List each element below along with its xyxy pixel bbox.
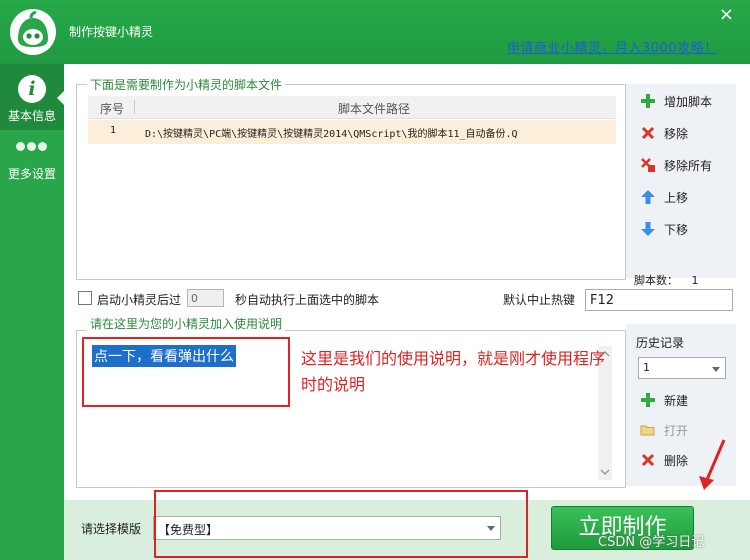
add-script-label: 增加脚本 [664,95,713,109]
scripts-legend: 下面是需要制作为小精灵的脚本文件 [87,76,286,93]
remove-all-label: 移除所有 [664,159,713,173]
hotkey-input[interactable]: F12 [585,289,733,311]
highlight-box [82,337,290,407]
autorun-checkbox[interactable] [78,291,92,305]
row-path: D:\按键精灵\PC端\按键精灵\按键精灵2014\QMScript\我的脚本1… [145,129,518,140]
info-icon: i [18,75,46,103]
script-count-value: 1 [691,274,699,287]
new-label: 新建 [664,394,689,408]
remove-all-icon [641,158,655,172]
sidebar-item-label: 基本信息 [7,109,56,123]
chevron-down-icon [712,367,720,372]
script-count: 脚本数： 1 [634,272,699,288]
sidebar: i 基本信息 更多设置 [0,64,65,560]
remove-label: 移除 [664,127,689,141]
script-count-label: 脚本数： [634,274,678,287]
sidebar-item-basic-info[interactable]: i 基本信息 [0,64,64,130]
script-actions-panel: 增加脚本 移除 移除所有 上移 下移 脚本数： 1 [626,84,736,287]
sidebar-item-more-settings[interactable]: 更多设置 [0,134,64,184]
autorun-seconds-input[interactable]: 0 [187,289,224,307]
table-row[interactable]: 1 D:\按键精灵\PC端\按键精灵\按键精灵2014\QMScript\我的脚… [88,120,616,144]
more-dots-icon [16,140,50,152]
history-select[interactable]: 1 [638,357,726,379]
watermark: CSDN @学习日记 [598,535,705,550]
plus-icon [641,94,655,108]
sidebar-item-label: 更多设置 [7,167,56,181]
hotkey-label: 默认中止热键 [503,293,576,307]
history-label: 历史记录 [636,336,685,350]
scripts-table-header: 序号 脚本文件路径 [88,96,616,119]
title-bar: 制作按键小精灵 × 申请商业小精灵，月入3000攻略！ [0,0,750,64]
move-up-label: 上移 [664,191,689,205]
scroll-down-icon[interactable] [598,466,612,478]
template-label: 请选择模版 [81,522,142,536]
annotation-arrow-icon [699,439,726,490]
column-header-path[interactable]: 脚本文件路径 [338,100,410,117]
x-icon [641,126,655,140]
delete-label: 删除 [664,454,689,468]
column-divider [134,100,135,114]
annotation-text: 这里是我们的使用说明，就是刚才使用程序时的说明 [301,349,606,394]
row-index: 1 [110,125,117,136]
close-icon[interactable]: × [719,6,734,24]
arrow-up-icon [641,190,655,204]
folder-icon [640,425,655,436]
history-select-value: 1 [643,361,650,374]
app-logo-icon [10,9,56,55]
window-title: 制作按键小精灵 [69,25,154,39]
autorun-prefix: 启动小精灵后过 [97,293,182,307]
autorun-suffix: 秒自动执行上面选中的脚本 [235,293,380,307]
open-label: 打开 [664,424,689,438]
arrow-down-icon [641,222,655,236]
highlight-box [154,490,528,558]
column-header-index[interactable]: 序号 [100,100,124,117]
move-down-label: 下移 [664,223,689,237]
description-legend: 请在这里为您的小精灵加入使用说明 [87,315,286,332]
promo-link[interactable]: 申请商业小精灵，月入3000攻略！ [507,37,718,56]
plus-icon [641,393,655,407]
autorun-options: 启动小精灵后过 0 秒自动执行上面选中的脚本 默认中止热键 F12 [78,289,738,311]
x-icon [641,453,655,467]
